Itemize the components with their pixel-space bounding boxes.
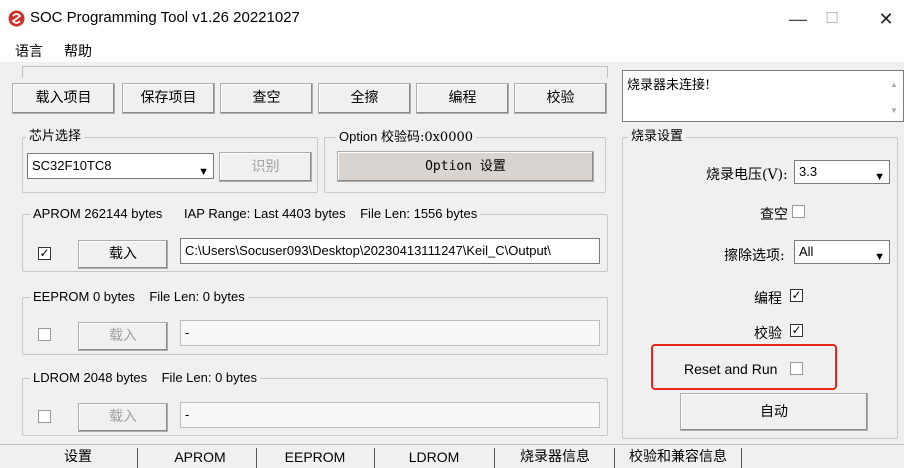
chevron-down-icon: ▼: [874, 251, 885, 263]
option-legend: Option 校验码:0x0000: [336, 129, 477, 145]
option-settings-button[interactable]: Option 设置: [337, 151, 594, 182]
menu-help[interactable]: 帮助: [64, 41, 92, 61]
auto-button[interactable]: 自动: [680, 393, 868, 431]
aprom-load-button[interactable]: 载入: [78, 240, 168, 269]
burn-settings-legend: 烧录设置: [628, 130, 687, 144]
tab-separator: [374, 448, 375, 468]
verify-checkbox[interactable]: ✓: [790, 324, 803, 337]
check-blank-label: 查空: [760, 207, 788, 223]
maximize-button[interactable]: ☐: [812, 6, 852, 32]
load-project-button[interactable]: 载入项目: [12, 83, 115, 114]
tab-strip-line: [0, 444, 904, 445]
eeprom-header: EEPROM 0 bytes File Len: 0 bytes: [30, 290, 248, 304]
menu-bar: [0, 38, 904, 62]
eeprom-load-button[interactable]: 载入: [78, 322, 168, 351]
scroll-up-icon[interactable]: ▲: [890, 80, 898, 89]
window-title: SOC Programming Tool v1.26 20221027: [30, 9, 300, 26]
tab-separator: [614, 448, 615, 468]
tab-separator: [137, 448, 138, 468]
chevron-down-icon: ▼: [198, 166, 209, 178]
save-project-button[interactable]: 保存项目: [122, 83, 215, 114]
ldrom-path-field[interactable]: -: [180, 402, 600, 428]
check-blank-checkbox[interactable]: [792, 205, 805, 218]
program-button[interactable]: 编程: [416, 83, 509, 114]
toolbar-frame: [22, 66, 608, 78]
app-logo-icon: [8, 10, 25, 27]
verify-label: 校验: [754, 326, 782, 342]
aprom-header: APROM 262144 bytes IAP Range: Last 4403 …: [30, 207, 481, 221]
erase-all-button[interactable]: 全擦: [318, 83, 411, 114]
erase-option-value: All: [799, 244, 814, 259]
chevron-down-icon: ▼: [874, 171, 885, 183]
tab-programmer-info[interactable]: 烧录器信息: [500, 446, 610, 468]
program-checkbox[interactable]: ✓: [790, 289, 803, 302]
reset-run-label: Reset and Run: [684, 361, 778, 377]
eeprom-path-field[interactable]: -: [180, 320, 600, 346]
chip-select-dropdown[interactable]: SC32F10TC8 ▼: [27, 153, 214, 179]
status-text: 烧录器未连接!: [627, 78, 711, 93]
menu-language[interactable]: 语言: [15, 41, 43, 61]
identify-button[interactable]: 识别: [219, 152, 312, 182]
option-legend-prefix: Option: [339, 129, 378, 144]
voltage-label: 烧录电压(V):: [706, 167, 788, 183]
tab-ldrom[interactable]: LDROM: [380, 446, 488, 468]
erase-option-label: 擦除选项:: [724, 248, 785, 264]
erase-option-dropdown[interactable]: All ▼: [794, 240, 890, 264]
tab-separator: [741, 448, 742, 468]
voltage-dropdown[interactable]: 3.3 ▼: [794, 160, 890, 184]
scroll-down-icon[interactable]: ▼: [890, 106, 898, 115]
ldrom-checkbox[interactable]: [38, 410, 51, 423]
chip-select-value: SC32F10TC8: [32, 158, 112, 173]
ldrom-header: LDROM 2048 bytes File Len: 0 bytes: [30, 371, 260, 385]
tab-aprom[interactable]: APROM: [150, 446, 250, 468]
voltage-value: 3.3: [799, 164, 818, 179]
tab-settings[interactable]: 设置: [28, 446, 128, 468]
chip-select-legend: 芯片选择: [26, 130, 85, 144]
tab-separator: [256, 448, 257, 468]
aprom-path-field[interactable]: C:\Users\Socuser093\Desktop\202304131112…: [180, 238, 600, 264]
tab-checksum-info[interactable]: 校验和兼容信息: [618, 446, 738, 468]
ldrom-load-button[interactable]: 载入: [78, 403, 168, 432]
tab-eeprom[interactable]: EEPROM: [262, 446, 368, 468]
close-button[interactable]: ✕: [866, 6, 904, 32]
aprom-checkbox[interactable]: ✓: [38, 247, 51, 260]
option-checksum: 校验码:0x0000: [380, 130, 474, 145]
verify-button[interactable]: 校验: [514, 83, 607, 114]
program-label: 编程: [754, 291, 782, 307]
check-blank-button[interactable]: 查空: [220, 83, 313, 114]
reset-run-checkbox[interactable]: [790, 362, 803, 375]
eeprom-checkbox[interactable]: [38, 328, 51, 341]
tab-separator: [494, 448, 495, 468]
